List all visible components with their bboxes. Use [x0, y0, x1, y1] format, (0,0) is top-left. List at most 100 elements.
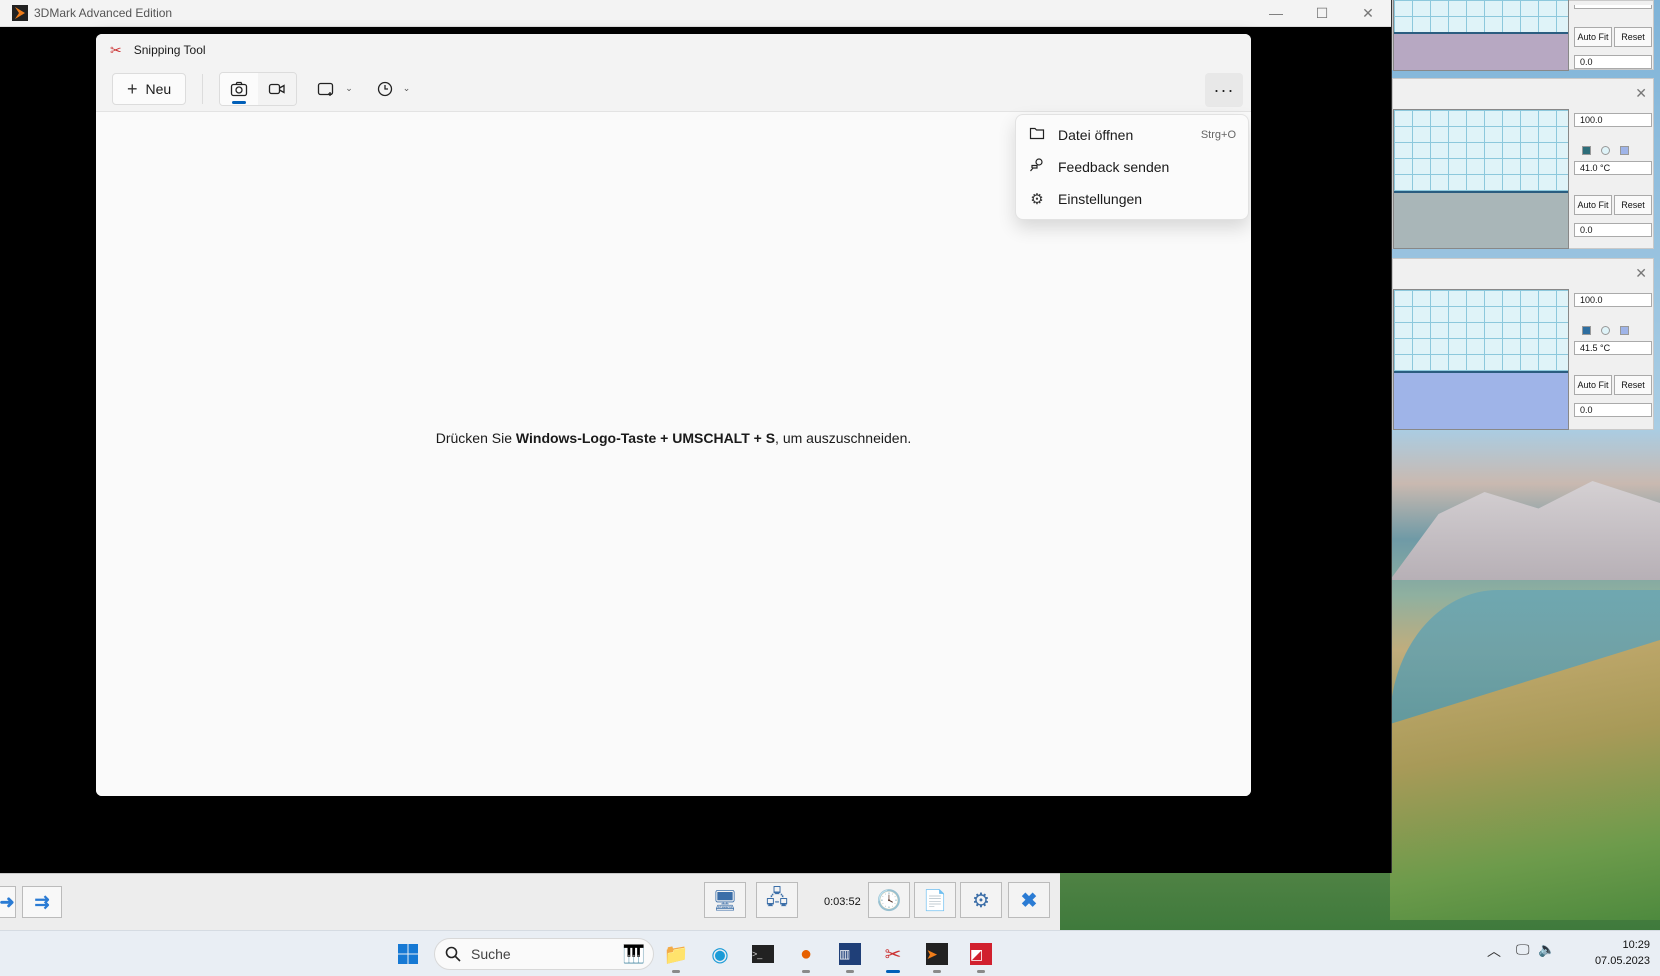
menu-item-feedback[interactable]: Feedback senden — [1016, 151, 1248, 183]
chevron-down-icon: ⌄ — [345, 83, 353, 93]
max-value-box[interactable]: 100.0 — [1574, 113, 1652, 127]
min-value-box[interactable]: 0.0 — [1574, 223, 1652, 237]
taskbar-file-explorer[interactable]: 📁 — [661, 939, 691, 973]
gear-icon: ⚙ — [972, 889, 990, 912]
max-value-box[interactable] — [1574, 5, 1652, 9]
monitor-button[interactable]: 🖥 — [704, 882, 746, 918]
min-value-box[interactable]: 0.0 — [1574, 55, 1652, 69]
monitor-graph-2 — [1393, 109, 1569, 249]
shortcut-hint: Drücken Sie Windows-Logo-Taste + UMSCHAL… — [435, 430, 912, 446]
close-icon[interactable]: ✕ — [1635, 265, 1647, 282]
video-mode-button[interactable] — [258, 72, 297, 105]
maximize-button[interactable]: ☐ — [1299, 0, 1345, 26]
settings-button[interactable]: ⚙ — [960, 882, 1002, 918]
delay-dropdown[interactable]: ⌄ — [377, 73, 411, 105]
menu-item-shortcut: Strg+O — [1200, 129, 1236, 141]
document-add-icon: 📄 — [922, 889, 948, 912]
new-snip-button[interactable]: + Neu — [112, 72, 187, 105]
color-swatch-dark[interactable] — [1582, 325, 1591, 335]
tdmark-title: 3DMark Advanced Edition — [34, 6, 173, 20]
collapse-arrows-icon[interactable]: ⇉ — [22, 886, 62, 918]
taskbar-terminal[interactable]: >_ — [748, 939, 778, 969]
reset-button[interactable]: Reset — [1614, 375, 1652, 395]
arrow-right-icon[interactable]: ➜ — [0, 886, 16, 918]
plus-icon: + — [127, 78, 138, 99]
toolbar-divider — [202, 73, 204, 104]
feedback-icon — [1028, 157, 1046, 177]
benchmark-app-icon: ▥ — [839, 943, 861, 965]
monitor-side-2: 100.0 41.0 °C Auto Fit Reset 0.0 — [1574, 113, 1652, 237]
volume-icon[interactable]: 🔈 — [1538, 941, 1555, 958]
firefox-icon: ● — [799, 942, 813, 965]
network-icon: 🖧 — [765, 887, 789, 909]
color-swatch-blue[interactable] — [1620, 325, 1629, 335]
reset-button[interactable]: Reset — [1614, 195, 1652, 215]
log-button[interactable]: 📄 — [914, 882, 956, 918]
min-value-box[interactable]: 0.0 — [1574, 403, 1652, 417]
taskbar-amd-software[interactable]: ◩ — [966, 939, 996, 973]
monitor-side-3: 100.0 41.5 °C Auto Fit Reset 0.0 — [1574, 293, 1652, 417]
terminal-icon: >_ — [752, 945, 774, 963]
monitor-panel-1: Auto Fit Reset 0.0 — [1392, 0, 1654, 71]
color-swatch-blue[interactable] — [1620, 145, 1629, 155]
screenshot-mode-button[interactable] — [220, 72, 259, 105]
snipping-tool-title: Snipping Tool — [133, 43, 206, 57]
folder-icon — [1028, 126, 1046, 144]
monitor-panel-2: ✕ 100.0 41.0 °C Auto Fit Reset 0.0 — [1392, 78, 1654, 249]
close-icon[interactable]: ✕ — [1635, 85, 1647, 102]
tdmark-titlebar[interactable]: 3DMark Advanced Edition — ☐ ✕ — [0, 0, 1391, 27]
snip-shape-dropdown[interactable]: ⌄ — [317, 73, 353, 105]
monitor-graph-fill-2 — [1394, 191, 1568, 248]
close-button[interactable]: ✖ — [1008, 882, 1050, 918]
search-icon — [445, 946, 461, 962]
max-value-box[interactable]: 100.0 — [1574, 293, 1652, 307]
more-options-menu: Datei öffnen Strg+O Feedback senden ⚙ Ei… — [1015, 114, 1249, 220]
more-options-button[interactable]: ··· — [1205, 73, 1243, 107]
capture-mode-group — [219, 71, 298, 106]
taskbar-edge[interactable]: ◉ — [705, 939, 735, 969]
menu-item-label: Datei öffnen — [1058, 127, 1134, 143]
snipping-tool-icon: ✂ — [884, 943, 902, 966]
gear-icon: ⚙ — [1030, 191, 1044, 208]
taskbar-app[interactable]: ▥ — [835, 939, 865, 973]
folder-icon: 📁 — [663, 943, 689, 966]
amd-icon: ◩ — [970, 943, 992, 965]
elapsed-time: 0:03:52 — [824, 896, 861, 908]
snipping-tool-titlebar[interactable]: ✂ Snipping Tool — [96, 34, 1251, 66]
network-status-icon[interactable]: 🖵 — [1516, 941, 1530, 958]
taskbar-snipping-tool[interactable]: ✂ — [878, 939, 908, 973]
color-swatch-light[interactable] — [1601, 325, 1610, 335]
network-button[interactable]: 🖧 — [756, 882, 798, 918]
timer-button[interactable]: 🕓 — [868, 882, 910, 918]
new-button-label: Neu — [145, 80, 172, 97]
taskbar: Suche 🎹 📁 ◉ >_ ● ▥ ✂ ➤ ◩ ︿ 🖵 🔈 10:29 07.… — [0, 930, 1660, 976]
camera-icon — [231, 81, 248, 96]
show-hidden-icons-chevron-up-icon[interactable]: ︿ — [1487, 941, 1501, 961]
taskbar-3dmark[interactable]: ➤ — [922, 939, 952, 973]
taskbar-firefox[interactable]: ● — [791, 939, 821, 973]
rectangle-snip-icon — [318, 82, 334, 96]
taskbar-clock[interactable]: 10:29 07.05.2023 — [1595, 937, 1650, 969]
start-button[interactable] — [393, 939, 423, 969]
clock-icon: 🕓 — [876, 889, 902, 912]
3dmark-icon: ➤ — [926, 943, 948, 965]
monitor-panel-3: ✕ 100.0 41.5 °C Auto Fit Reset 0.0 — [1392, 258, 1654, 430]
taskbar-search[interactable]: Suche 🎹 — [434, 938, 654, 970]
chevron-down-icon: ⌄ — [402, 83, 411, 93]
color-swatch-dark[interactable] — [1582, 145, 1591, 155]
search-highlight-icon: 🎹 — [622, 943, 645, 964]
close-button[interactable]: ✕ — [1345, 0, 1391, 26]
menu-item-settings[interactable]: ⚙ Einstellungen — [1016, 183, 1248, 215]
color-swatch-light[interactable] — [1601, 145, 1610, 155]
auto-fit-button[interactable]: Auto Fit — [1574, 27, 1612, 47]
video-camera-icon — [269, 83, 285, 94]
minimize-button[interactable]: — — [1253, 0, 1299, 26]
menu-item-label: Feedback senden — [1058, 159, 1170, 175]
close-icon: ✖ — [1020, 889, 1038, 912]
search-placeholder: Suche — [471, 946, 511, 962]
auto-fit-button[interactable]: Auto Fit — [1574, 195, 1612, 215]
menu-item-open-file[interactable]: Datei öffnen Strg+O — [1016, 119, 1248, 151]
auto-fit-button[interactable]: Auto Fit — [1574, 375, 1612, 395]
reset-button[interactable]: Reset — [1614, 27, 1652, 47]
snipping-tool-logo-icon: ✂ — [110, 41, 122, 58]
